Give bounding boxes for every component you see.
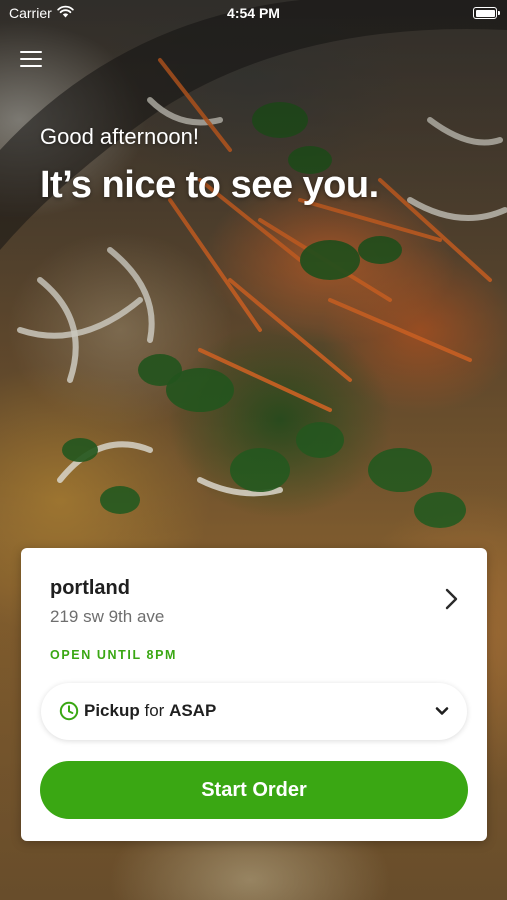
location-selector[interactable]: portland 219 sw 9th ave bbox=[21, 548, 487, 640]
start-order-button[interactable]: Start Order bbox=[40, 761, 468, 819]
chevron-down-icon bbox=[435, 707, 449, 715]
open-status-label: OPEN UNTIL 8PM bbox=[50, 648, 178, 662]
order-mode-type: Pickup bbox=[84, 701, 140, 720]
location-card: portland 219 sw 9th ave OPEN UNTIL 8PM P… bbox=[21, 548, 487, 841]
battery-icon bbox=[473, 7, 500, 19]
chevron-right-icon bbox=[445, 588, 458, 610]
clock-icon bbox=[59, 701, 79, 721]
hamburger-menu-icon[interactable] bbox=[20, 48, 42, 68]
greeting-text: Good afternoon! bbox=[40, 124, 200, 149]
order-mode-time: ASAP bbox=[169, 701, 217, 720]
status-bar: Carrier 4:54 PM bbox=[0, 0, 507, 28]
headline-text: It’s nice to see you. bbox=[40, 164, 379, 206]
location-address: 219 sw 9th ave bbox=[50, 607, 165, 626]
status-time: 4:54 PM bbox=[227, 5, 280, 21]
order-mode-text: Pickup for ASAP bbox=[84, 701, 216, 721]
order-mode-connector: for bbox=[144, 701, 165, 720]
app-screen: Carrier 4:54 PM Good afternoon! It’s nic… bbox=[0, 0, 507, 900]
order-mode-dropdown[interactable]: Pickup for ASAP bbox=[41, 683, 467, 740]
location-name: portland bbox=[50, 577, 130, 599]
